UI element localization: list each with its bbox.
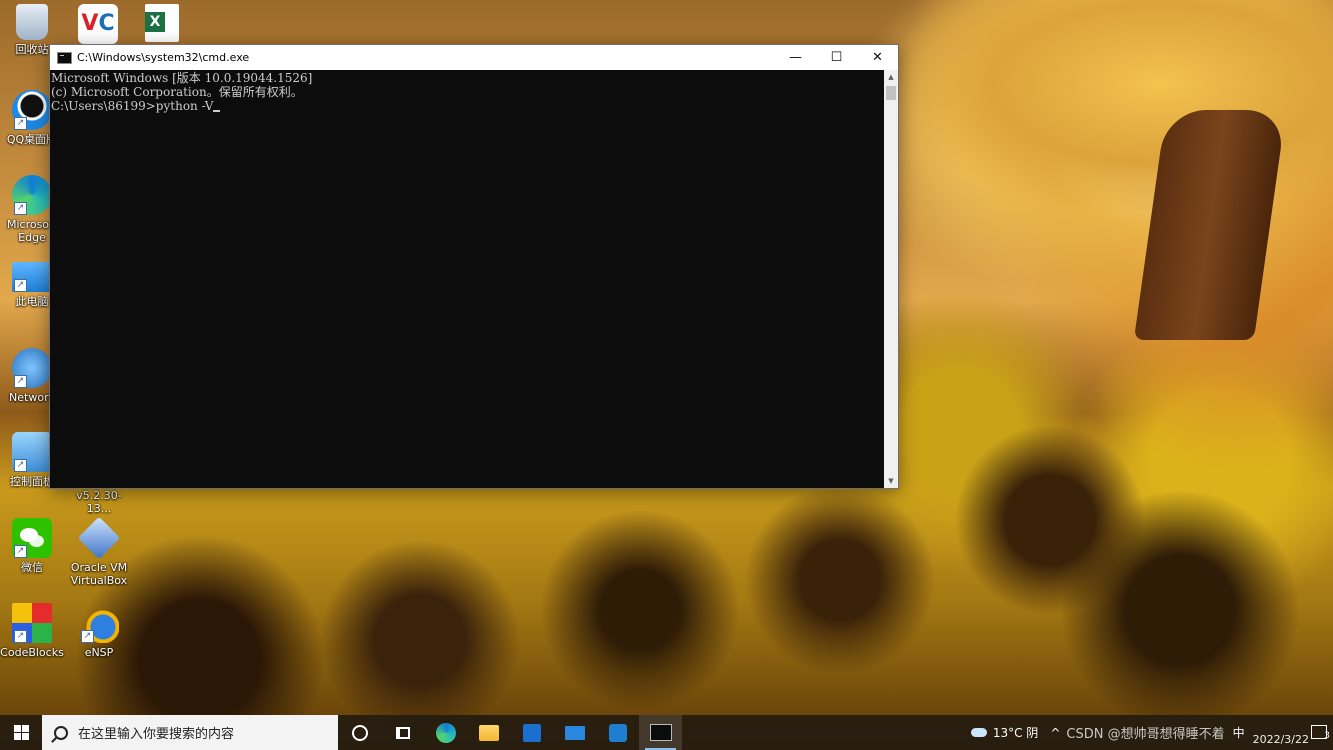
ime-indicator[interactable]: 中 [1233,724,1245,741]
computer-icon: ↗ [12,262,52,292]
search-placeholder: 在这里输入你要搜索的内容 [78,727,235,742]
desktop-icon-codeblocks[interactable]: ↗ CodeBlocks [0,603,64,659]
recycle-bin-icon [16,4,48,40]
mail-envelope-icon [564,725,585,740]
taskbar-cmd[interactable] [639,715,682,750]
app-icon [608,723,627,742]
control-panel-icon: ↗ [12,432,52,472]
cmd-window[interactable]: C:\Windows\system32\cmd.exe — ☐ ✕ Micros… [50,45,898,488]
taskbar: 在这里输入你要搜索的内容 13°C 阴 ^ CSDN @想帅哥想得睡不着 中 2… [0,715,1333,750]
desktop-icon-label: v5.2.30-13... [76,489,122,515]
store-bag-icon [522,723,541,742]
taskbar-clock[interactable]: 2022/3/22 [1253,719,1309,746]
console-output[interactable]: Microsoft Windows [版本 10.0.19044.1526] (c… [50,70,884,488]
network-icon: ↗ [12,348,52,388]
folder-icon [478,724,499,741]
desktop-icon-wechat[interactable]: ↗ 微信 [0,518,64,574]
windows-logo-icon [13,725,29,740]
ensp-icon: ↗ [79,603,119,643]
console-prompt-line: C:\Users\86199>python -V [51,99,883,113]
system-tray: 13°C 阴 ^ CSDN @想帅哥想得睡不着 中 2022/3/22 3 [970,715,1333,750]
text-cursor [213,110,221,112]
codeblocks-icon: ↗ [12,603,52,643]
window-title: C:\Windows\system32\cmd.exe [77,51,250,64]
notification-count-badge: 3 [1324,731,1330,741]
desktop-icon-label: CodeBlocks [0,646,64,659]
edge-icon: ↗ [12,175,52,215]
minimize-button[interactable]: — [775,45,816,70]
desktop-icon-v5[interactable]: v5.2.30-13... [66,489,132,515]
cortana-circle-icon [351,724,368,741]
desktop-icon-label: Network [9,391,55,404]
tray-chevron-up-icon[interactable]: ^ [1050,726,1060,740]
cmd-app-icon [57,51,72,64]
desktop-icon-excel[interactable]: X [130,4,194,45]
console-command: C:\Users\86199>python -V [51,99,214,113]
task-view-icon [395,726,410,739]
vertical-scrollbar[interactable]: ▲ ▼ [884,70,898,488]
weather-text[interactable]: 13°C 阴 [993,724,1038,741]
cmd-icon [649,724,672,741]
taskbar-app[interactable] [596,715,639,750]
desktop-icon-virtualbox[interactable]: Oracle VM VirtualBox [66,516,132,587]
csdn-watermark: CSDN @想帅哥想得睡不着 [1066,727,1225,742]
edge-icon [435,722,456,743]
console-line: Microsoft Windows [版本 10.0.19044.1526] [51,71,313,85]
search-icon [54,725,68,740]
taskbar-mail[interactable] [553,715,596,750]
console-line: (c) Microsoft Corporation。保留所有权利。 [51,85,303,99]
desktop-icon-label: 回收站 [15,43,49,56]
qq-penguin-icon: ↗ [12,90,52,130]
wechat-icon: ↗ [12,518,52,558]
maximize-button[interactable]: ☐ [816,45,857,70]
desktop-icon-label: Oracle VM VirtualBox [70,561,128,587]
scroll-up-arrow-icon[interactable]: ▲ [884,70,898,84]
scrollbar-thumb[interactable] [886,86,896,100]
close-button[interactable]: ✕ [857,45,898,70]
desktop-icon-label: 微信 [21,561,43,574]
taskbar-edge[interactable] [424,715,467,750]
cortana-button[interactable] [338,715,381,750]
taskbar-search-box[interactable]: 在这里输入你要搜索的内容 [42,715,338,750]
taskbar-store[interactable] [510,715,553,750]
clock-date: 2022/3/22 [1252,733,1309,746]
desktop-icon-vnc[interactable]: VC [66,4,130,47]
desktop-icon-label: 此电脑 [15,295,49,308]
virtualbox-cube-icon [77,516,121,560]
excel-icon: X [145,4,179,42]
cloud-weather-icon [970,728,987,737]
task-view-button[interactable] [381,715,424,750]
scroll-down-arrow-icon[interactable]: ▼ [884,474,898,488]
vnc-icon: VC [78,4,118,44]
desktop-icon-ensp[interactable]: ↗ eNSP [66,603,132,659]
start-button[interactable] [0,715,42,750]
cmd-titlebar[interactable]: C:\Windows\system32\cmd.exe — ☐ ✕ [50,45,898,70]
desktop-icon-label: eNSP [84,646,114,659]
taskbar-file-explorer[interactable] [467,715,510,750]
desktop-icon-label: 控制面板 [10,475,54,488]
